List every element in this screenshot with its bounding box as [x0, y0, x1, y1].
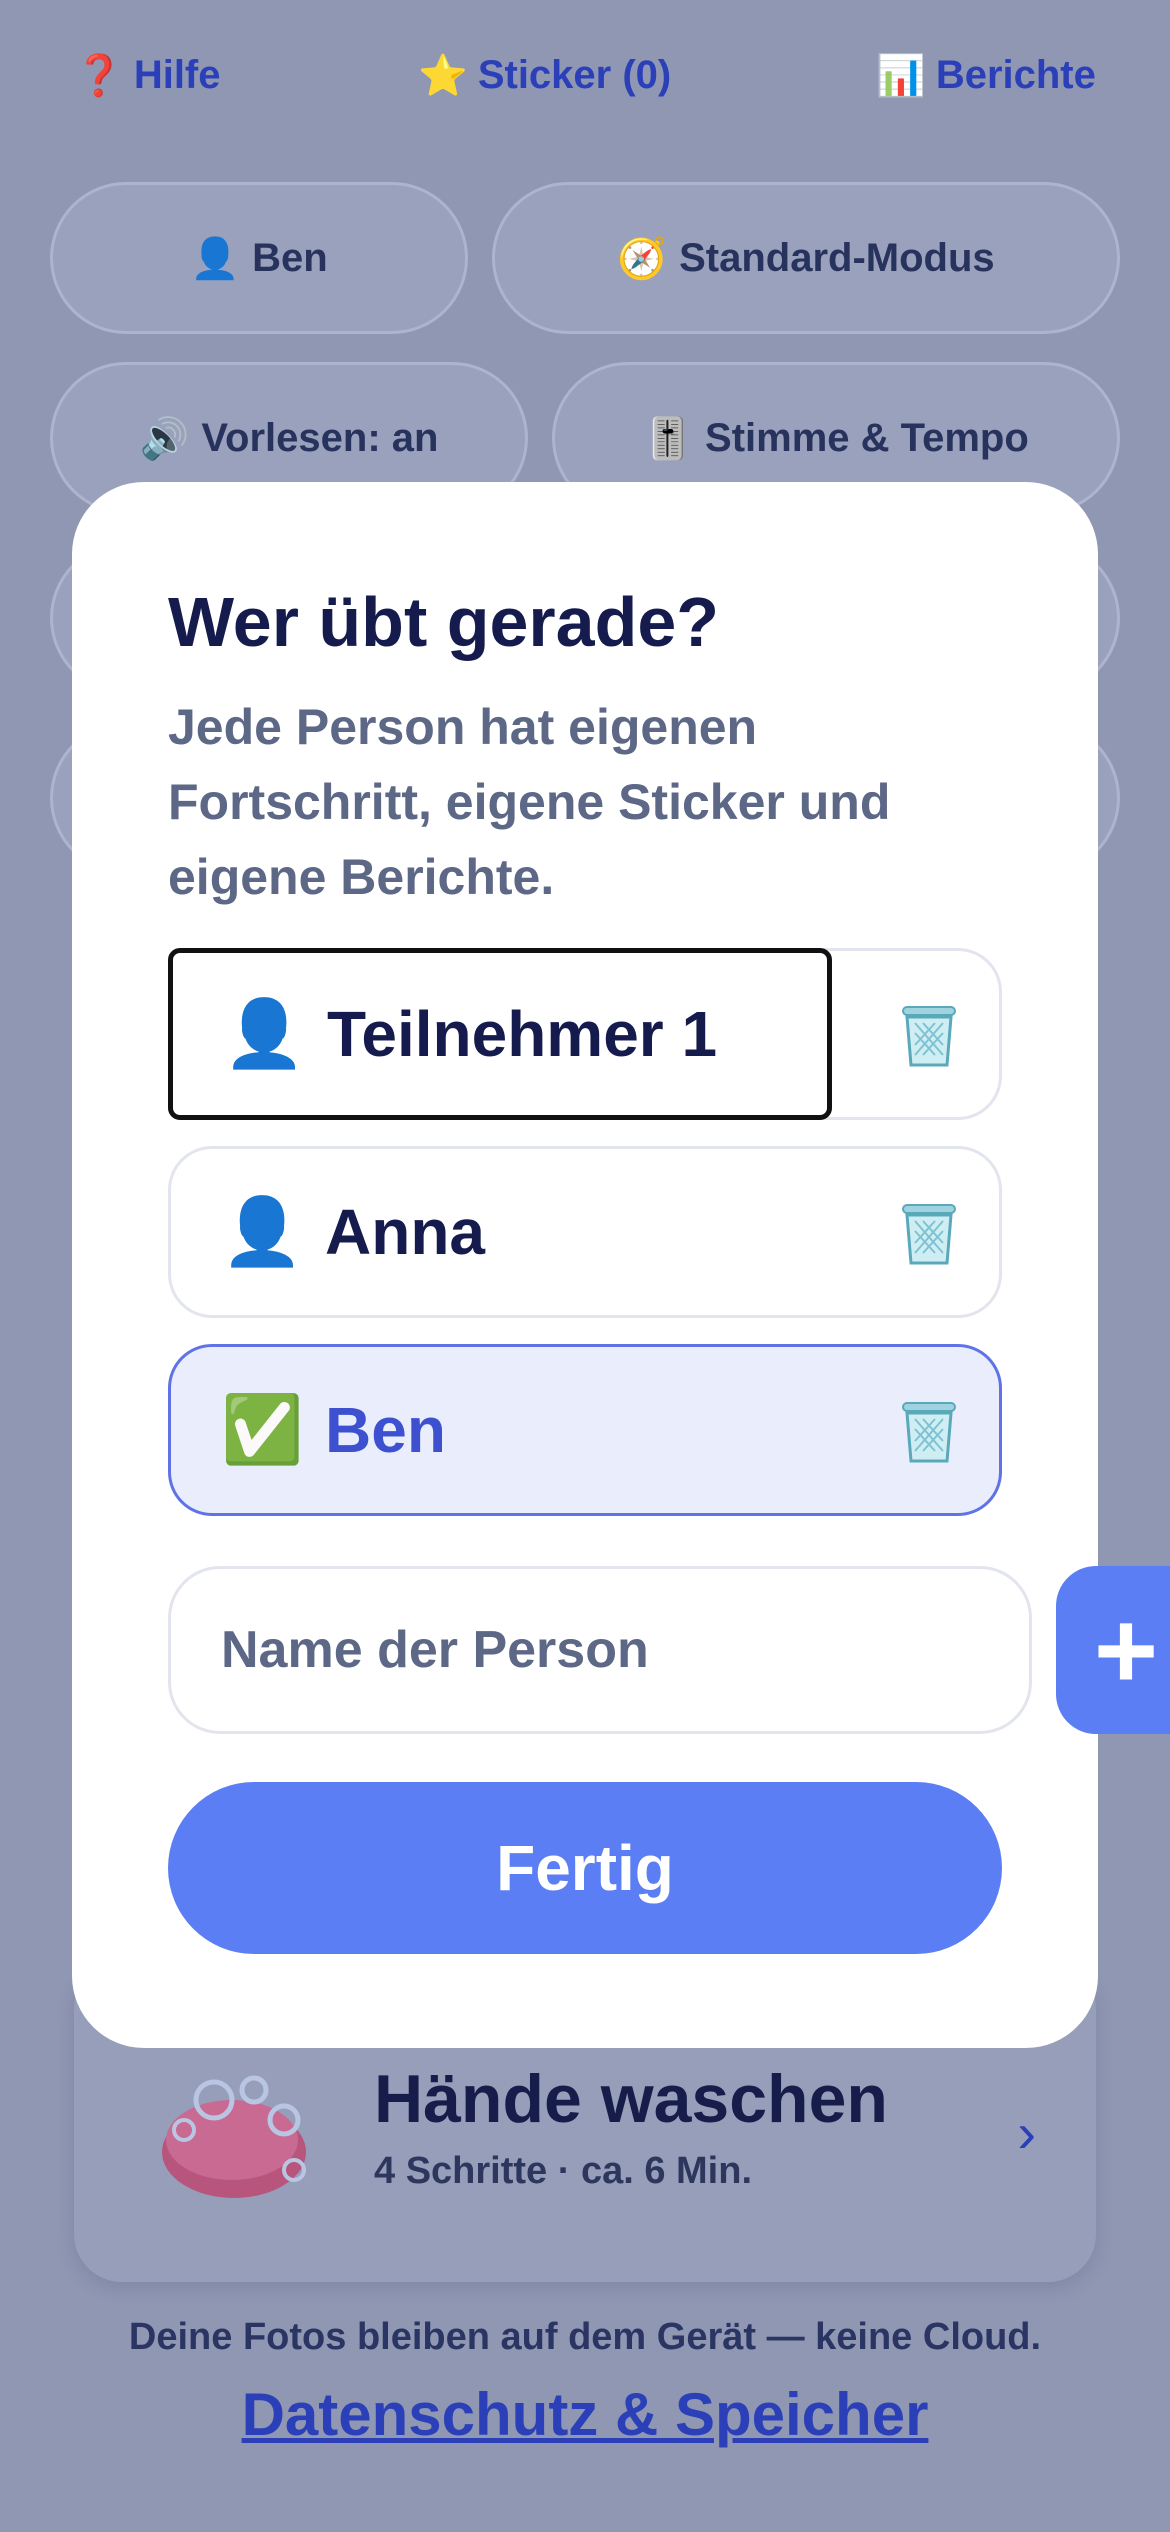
dialog-description: Jede Person hat eigenen Fortschritt, eig…	[168, 699, 891, 905]
person-name: Ben	[325, 1394, 446, 1466]
mode-button[interactable]: 🧭 Standard-Modus	[492, 182, 1120, 334]
trash-icon	[902, 1006, 956, 1067]
delete-person-button[interactable]	[889, 1192, 969, 1272]
slider-icon: 🎚️	[643, 416, 694, 461]
star-icon: ⭐	[418, 54, 468, 98]
dialog-title: Wer übt gerade?	[168, 583, 720, 661]
read-aloud-label: Vorlesen: an	[201, 415, 439, 460]
soap-icon	[162, 2075, 306, 2198]
trash-icon	[902, 1402, 956, 1463]
profile-button[interactable]: 👤 Ben	[50, 182, 468, 334]
person-row-selected: ✅ Ben	[168, 1344, 1002, 1516]
top-navigation: ❓ Hilfe ⭐ Sticker (0) 📊 Berichte	[0, 52, 1170, 122]
compass-icon: 🧭	[617, 236, 668, 281]
done-button[interactable]: Fertig	[168, 1782, 1002, 1954]
person-icon: 👤	[190, 236, 241, 281]
bar-chart-icon: 📊	[876, 54, 926, 98]
select-person-button[interactable]: 👤 Teilnehmer 1	[168, 948, 832, 1120]
person-row: 👤 Anna	[168, 1146, 1002, 1318]
person-name: Teilnehmer 1	[327, 998, 718, 1070]
chevron-right-icon: ›	[1017, 2101, 1036, 2164]
mode-label: Standard-Modus	[679, 235, 995, 280]
activity-title: Hände waschen	[374, 2061, 888, 2137]
add-person-button[interactable]: +	[1056, 1566, 1170, 1734]
person-name-input[interactable]	[168, 1566, 1032, 1734]
person-picker-dialog: Wer übt gerade? Jede Person hat eigenen …	[72, 482, 1170, 2048]
profile-label: Ben	[252, 235, 328, 280]
privacy-note: Deine Fotos bleiben auf dem Gerät — kein…	[128, 2316, 1042, 2358]
stickers-link[interactable]: ⭐ Sticker (0)	[418, 52, 671, 99]
speaker-icon: 🔊	[139, 416, 190, 461]
person-icon: 👤	[223, 996, 306, 1070]
help-link[interactable]: ❓ Hilfe	[74, 52, 221, 99]
delete-person-button[interactable]	[889, 1390, 969, 1470]
voice-tempo-label: Stimme & Tempo	[705, 415, 1029, 460]
select-person-button[interactable]: 👤 Anna	[171, 1149, 831, 1315]
reports-link[interactable]: 📊 Berichte	[876, 52, 1096, 99]
trash-icon	[902, 1204, 956, 1265]
check-icon: ✅	[221, 1392, 304, 1466]
help-label: Hilfe	[133, 53, 221, 97]
plus-icon: +	[1093, 1588, 1159, 1712]
reports-label: Berichte	[935, 53, 1096, 97]
person-name: Anna	[325, 1196, 485, 1268]
privacy-storage-link[interactable]: Datenschutz & Speicher	[0, 2380, 1170, 2449]
delete-person-button[interactable]	[889, 994, 969, 1074]
select-person-button[interactable]: ✅ Ben	[171, 1347, 831, 1513]
question-icon: ❓	[74, 54, 124, 98]
person-row: 👤 Teilnehmer 1	[168, 948, 1002, 1120]
activity-subtitle: 4 Schritte · ca. 6 Min.	[374, 2150, 752, 2192]
stickers-label: Sticker (0)	[477, 53, 672, 97]
person-icon: 👤	[221, 1194, 304, 1268]
